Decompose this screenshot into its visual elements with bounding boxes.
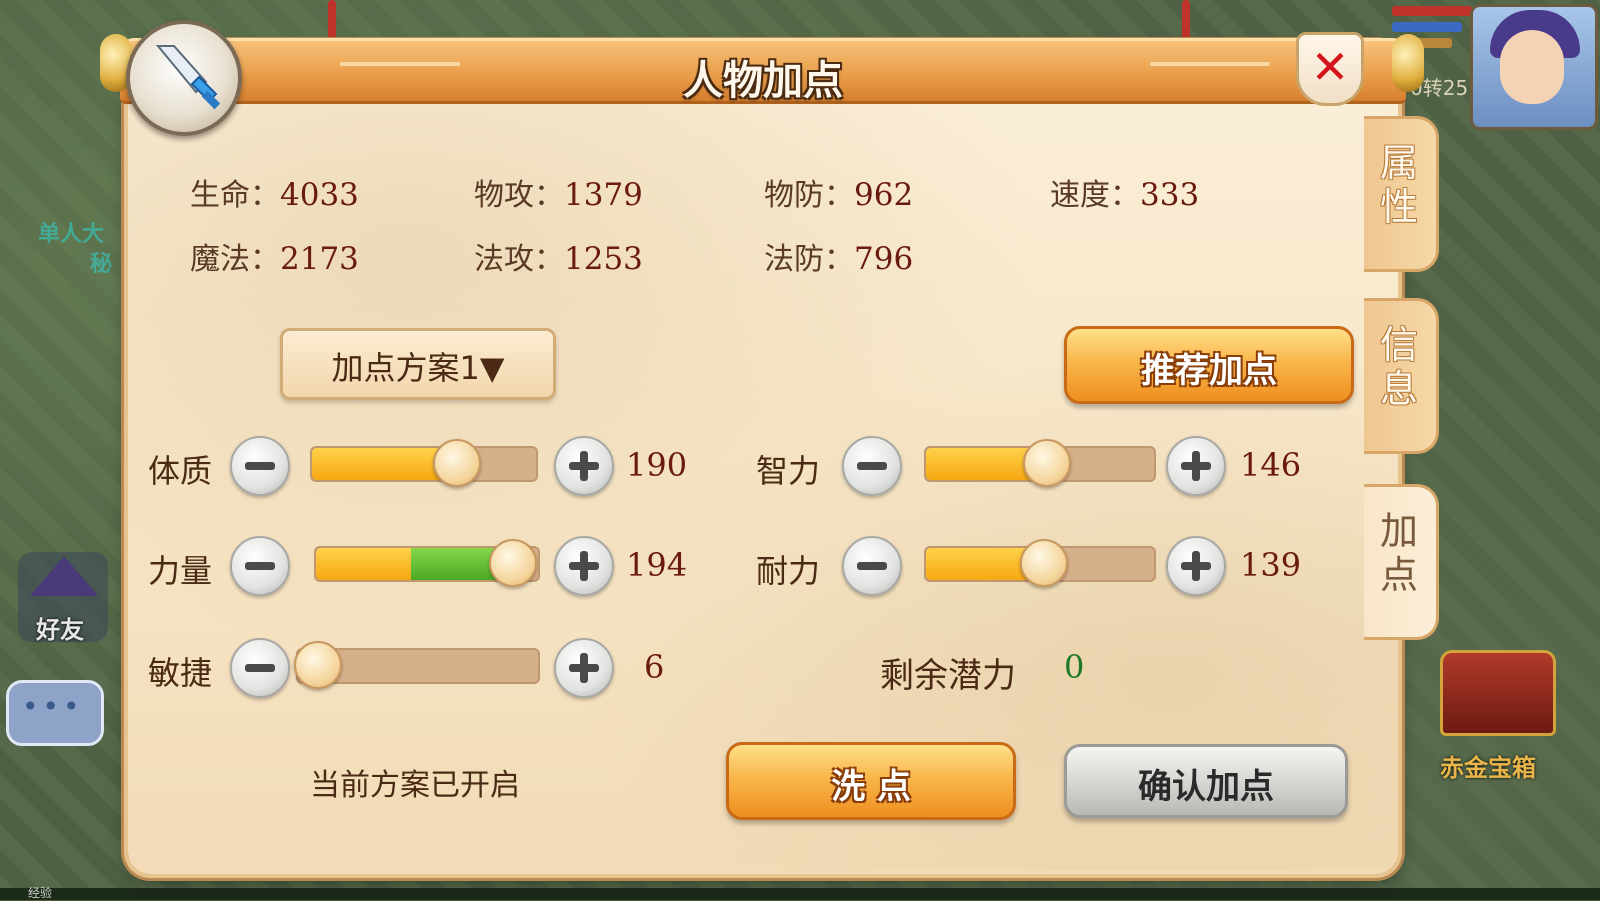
slider-thumb[interactable] — [1022, 439, 1071, 487]
minus-icon — [245, 562, 275, 570]
tab-label: 信息 — [1379, 323, 1418, 411]
intelligence-plus-button[interactable] — [1166, 436, 1226, 496]
agility-plus-button[interactable] — [554, 638, 614, 698]
attr-label-agility: 敏捷 — [148, 654, 213, 692]
treasure-chest-icon[interactable] — [1440, 650, 1556, 736]
minus-icon — [245, 664, 275, 672]
attr-label-endurance: 耐力 — [756, 552, 821, 590]
intelligence-slider[interactable] — [924, 439, 1156, 487]
tab-label: 属性 — [1379, 141, 1418, 229]
treasure-chest-label: 赤金宝箱 — [1440, 754, 1536, 782]
slider-fill — [316, 548, 412, 580]
scheme-status-text: 当前方案已开启 — [310, 768, 520, 803]
stat-magic-defense: 法防：796 — [764, 241, 914, 277]
endurance-plus-button[interactable] — [1166, 536, 1226, 596]
constitution-slider[interactable] — [310, 439, 538, 487]
chat-icon: ••• — [22, 690, 84, 723]
friends-icon — [30, 556, 98, 596]
intelligence-minus-button[interactable] — [842, 436, 902, 496]
agility-value: 6 — [644, 648, 665, 686]
intelligence-value: 146 — [1240, 446, 1302, 484]
experience-label: 经验 — [28, 886, 53, 900]
constitution-value: 190 — [626, 446, 688, 484]
stat-magic-attack: 法攻：1253 — [474, 241, 643, 277]
attr-label-strength: 力量 — [148, 552, 213, 590]
scheme-dropdown[interactable]: 加点方案1▼ — [280, 328, 556, 400]
recommend-points-button[interactable]: 推荐加点 — [1064, 326, 1354, 404]
strength-slider[interactable] — [314, 539, 540, 587]
constitution-plus-button[interactable] — [554, 436, 614, 496]
minus-icon — [857, 562, 887, 570]
hanging-rope — [1182, 0, 1190, 40]
strength-plus-button[interactable] — [554, 536, 614, 596]
attr-label-constitution: 体质 — [148, 452, 213, 490]
endurance-value: 139 — [1240, 546, 1302, 584]
close-icon: ✕ — [1310, 40, 1350, 94]
slider-thumb[interactable] — [433, 439, 482, 487]
close-button[interactable]: ✕ — [1296, 32, 1364, 106]
plus-icon-bar — [580, 551, 588, 581]
strength-minus-button[interactable] — [230, 536, 290, 596]
event-label-2: 秘 — [90, 252, 113, 277]
tab-attributes[interactable]: 属性 — [1364, 116, 1439, 272]
attr-label-intelligence: 智力 — [756, 452, 821, 490]
confirm-points-label: 确认加点 — [1138, 767, 1274, 807]
strength-value: 194 — [626, 546, 688, 584]
slider-thumb[interactable] — [294, 641, 342, 689]
experience-bar — [0, 888, 1600, 900]
plus-icon-bar — [1192, 551, 1200, 581]
endurance-slider[interactable] — [924, 539, 1156, 587]
endurance-minus-button[interactable] — [842, 536, 902, 596]
stat-hp: 生命：4033 — [190, 177, 359, 213]
constitution-minus-button[interactable] — [230, 436, 290, 496]
remaining-potential-value: 0 — [1064, 648, 1085, 686]
plus-icon-bar — [580, 451, 588, 481]
tab-label: 加点 — [1379, 509, 1418, 597]
slider-thumb[interactable] — [1020, 539, 1069, 587]
reset-points-label: 洗 点 — [831, 767, 911, 807]
minus-icon — [857, 462, 887, 470]
slider-thumb[interactable] — [489, 539, 538, 587]
agility-slider[interactable] — [294, 641, 540, 689]
plus-icon-bar — [580, 653, 588, 683]
hanging-rope — [328, 0, 336, 40]
stat-phys-attack: 物攻：1379 — [474, 177, 643, 213]
sword-icon — [126, 20, 242, 136]
stat-phys-defense: 物防：962 — [764, 177, 914, 213]
confirm-points-button[interactable]: 确认加点 — [1064, 744, 1348, 818]
stat-mana: 魔法：2173 — [190, 241, 359, 277]
tab-info[interactable]: 信息 — [1364, 298, 1439, 454]
minus-icon — [245, 462, 275, 470]
recommend-points-label: 推荐加点 — [1141, 351, 1277, 391]
plus-icon-bar — [1192, 451, 1200, 481]
tab-add-points[interactable]: 加点 — [1364, 484, 1439, 640]
remaining-potential-label: 剩余潜力 — [880, 656, 1016, 696]
scheme-dropdown-label: 加点方案1▼ — [331, 349, 505, 387]
agility-minus-button[interactable] — [230, 638, 290, 698]
friends-label: 好友 — [36, 616, 84, 644]
reset-points-button[interactable]: 洗 点 — [726, 742, 1016, 820]
event-label[interactable]: 单人大 — [38, 216, 104, 248]
stat-speed: 速度：333 — [1050, 177, 1200, 213]
